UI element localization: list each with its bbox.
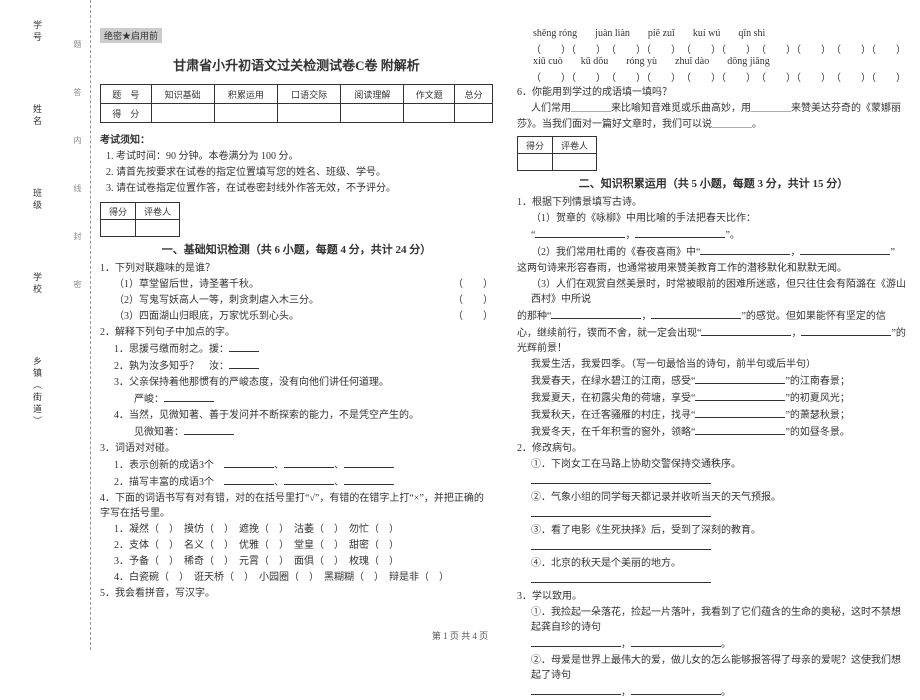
field-class: 班级 <box>31 188 44 212</box>
seal-line-hint: 题答内线封密 <box>72 40 83 328</box>
p2q1-c3: 心，继续前行，锲而不舍，就一定会出现“，”的光辉前景！ <box>517 325 910 356</box>
score-c3: 口语交际 <box>278 85 341 104</box>
field-school: 学校 <box>31 272 44 296</box>
field-township: 乡镇（街道） <box>31 356 44 428</box>
p2-question-2: 2．修改病句。 ①．下岗女工在马路上协助交警保持交通秩序。 ②．气象小组的同学每… <box>517 441 910 588</box>
notice-item: 请在试卷指定位置作答，在试卷密封线外作答无效，不予评分。 <box>116 182 493 196</box>
q4-row: 3．予备（ ） 稀奇（ ） 元霄（ ） 面俱（ ） 枚瑰（ ） <box>100 554 493 569</box>
q6-line: 人们常用＿＿＿＿来比喻知音难觅或乐曲高妙，用＿＿＿＿来赞美达芬奇的《蒙娜丽 <box>517 101 910 116</box>
q2-line: 4．当然，见微知著、善于发问并不断探索的能力，不是凭空产生的。 <box>100 408 493 423</box>
q4-row: 1．凝然（ ） 摸仿（ ） 遮挽（ ） 沽萎（ ） 勿忙（ ） <box>100 522 493 537</box>
part1-title: 一、基础知识检测（共 6 小题，每题 4 分，共计 24 分） <box>100 241 493 257</box>
mini-score-box-2: 得分评卷人 <box>517 136 597 171</box>
score-c1: 知识基础 <box>151 85 214 104</box>
mini-score-b: 评卷人 <box>136 203 180 220</box>
p2q1-a: （1）贺章的《咏柳》中用比喻的手法把春天比作： <box>517 211 910 226</box>
q1-line: （3）四面湖山归眼底，万家忧乐到心头。（ ） <box>100 309 493 324</box>
q3-line: 2．描写丰富的成语3个 、、 <box>100 474 493 490</box>
question-6: 6．你能用到学过的成语填一填吗？ 人们常用＿＿＿＿来比喻知音难觅或乐曲高妙，用＿… <box>517 85 910 132</box>
question-1: 1．下列对联趣味的是谁？ （1）草堂留后世，诗圣著千秋。（ ） （2）写鬼写妖高… <box>100 261 493 324</box>
pinyin-blanks-1: （ ）（ ） （ ）（ ） （ ）（ ） （ ）（ ） （ ）（ ） <box>517 41 910 56</box>
season-line: 我爱春天，在绿水碧江的江南，感受“”的江南春景； <box>517 373 910 389</box>
question-5: 5．我会看拼音，写汉字。 <box>100 586 493 601</box>
q3-stem: 3．词语对对碰。 <box>100 441 493 456</box>
page-number: 第 1 页 共 4 页 <box>0 629 920 642</box>
p2q3-stem: 3．学以致用。 <box>517 589 910 604</box>
p2q1-stem: 1．根据下列情景填写古诗。 <box>517 195 910 210</box>
p2q1-c: （3）人们在观赏自然美景时，时常被眼前的困难所迷惑，但只往住会有陌潞在《游山西村… <box>517 277 910 307</box>
p2q2-stem: 2．修改病句。 <box>517 441 910 456</box>
left-column: 绝密★启用前 甘肃省小升初语文过关检测试卷C卷 附解析 题 号 知识基础 积累运… <box>100 28 493 622</box>
q6-stem: 6．你能用到学过的成语填一填吗？ <box>517 85 910 100</box>
notice-item: 考试时间：90 分钟。本卷满分为 100 分。 <box>116 150 493 164</box>
season-line: 我爱秋天，在迁客骚雁的村庄，找寻“”的萧瑟秋景； <box>517 407 910 423</box>
season-stem: 我爱生活，我爱四季。（写一句最恰当的诗句，前半句或后半句） <box>517 357 910 372</box>
score-c4: 阅读理解 <box>341 85 404 104</box>
p2q1-b: （2）我们常用杜甫的《春夜喜雨》中“，” <box>517 244 910 260</box>
part2-title: 二、知识积累运用（共 5 小题，每题 3 分，共计 15 分） <box>517 175 910 191</box>
field-name: 姓名 <box>31 104 44 128</box>
q4-stem: 4．下面的词语书写有对有错，对的在括号里打“√”，有错的在错字上打“×”，并把正… <box>100 491 493 521</box>
p2-season: 我爱生活，我爱四季。（写一句最恰当的诗句，前半句或后半句） 我爱春天，在绿水碧江… <box>517 357 910 440</box>
paper-title: 甘肃省小升初语文过关检测试卷C卷 附解析 <box>100 55 493 74</box>
q6-line: 莎》。当我们面对一篇好文章时，我们可以说＿＿＿＿。 <box>517 117 910 132</box>
p2q2-item: ④．北京的秋天是个美丽的地方。 <box>517 556 910 571</box>
q2-line: 2．孰为汝多知乎？ 汝： <box>100 358 493 374</box>
q1-stem: 1．下列对联趣味的是谁？ <box>100 261 493 276</box>
p2q2-item: ③．看了电影《生死抉择》后，受到了深刻的教育。 <box>517 523 910 538</box>
score-h-num: 题 号 <box>101 85 152 104</box>
q1-line: （1）草堂留后世，诗圣著千秋。（ ） <box>100 277 493 292</box>
q4-row: 4．白瓷碗（ ） 诳天桥（ ） 小园圈（ ） 黑糊糊（ ） 辩是非（ ） <box>100 570 493 585</box>
q3-line: 1．表示创新的成语3个 、、 <box>100 457 493 473</box>
mini-score-box: 得分评卷人 <box>100 202 180 237</box>
secret-badge: 绝密★启用前 <box>100 28 162 43</box>
page-content: 绝密★启用前 甘肃省小升初语文过关检测试卷C卷 附解析 题 号 知识基础 积累运… <box>100 28 910 622</box>
p2-question-1: 1．根据下列情景填写古诗。 （1）贺章的《咏柳》中用比喻的手法把春天比作： “，… <box>517 195 910 356</box>
right-column: shēng róng juàn liàn piē zuǐ kuí wú qīn … <box>517 28 910 622</box>
pinyin-row-2: xiū cuò kū dōu róng yù zhuī dào dōng jiā… <box>517 56 910 67</box>
season-line: 我爱冬天，在千年积雪的窗外，领略“”的如昼冬景。 <box>517 424 910 440</box>
p2q1-b2: 这两句诗来形容春雨，也通常被用来赞美教育工作的潜移默化和默默无闻。 <box>517 261 910 276</box>
p2q3-b: ②．母爱是世界上最伟大的爱，做儿女的怎么能够报答得了母亲的爱呢？这使我们想起了诗… <box>517 653 910 683</box>
pinyin-blanks-2: （ ）（ ） （ ）（ ） （ ）（ ） （ ）（ ） （ ）（ ） <box>517 69 910 84</box>
p2-question-3: 3．学以致用。 ①．我捡起一朵落花，捡起一片落叶，我看到了它们蕴含的生命的奥秘，… <box>517 589 910 700</box>
q1-line: （2）写鬼写妖高人一等，刺贪刺虐入木三分。（ ） <box>100 293 493 308</box>
q2-line: 严峻： <box>100 391 493 407</box>
p2q1-c2: 的那种“，”的感觉。但如果能怀有坚定的信 <box>517 308 910 324</box>
score-c6: 总分 <box>455 85 493 104</box>
question-2: 2．解释下列句子中加点的字。 1．思援弓缴而射之。援： 2．孰为汝多知乎？ 汝：… <box>100 325 493 440</box>
p2q1-a-blank: “，”。 <box>517 227 910 243</box>
score-h-got: 得 分 <box>101 104 152 123</box>
score-c5: 作文题 <box>404 85 455 104</box>
q2-line: 3．父亲保持着他那惯有的严峻态度，没有向他们讲任何道理。 <box>100 375 493 390</box>
field-student-id: 学号 <box>31 20 44 44</box>
notice-list: 考试时间：90 分钟。本卷满分为 100 分。 请首先按要求在试卷的指定位置填写… <box>116 150 493 196</box>
notice-item: 请首先按要求在试卷的指定位置填写您的姓名、班级、学号。 <box>116 166 493 180</box>
notice-head: 考试须知： <box>100 131 493 146</box>
q2-stem: 2．解释下列句子中加点的字。 <box>100 325 493 340</box>
gutter-field-labels: 学号 姓名 班级 学校 乡镇（街道） <box>18 20 57 428</box>
question-3: 3．词语对对碰。 1．表示创新的成语3个 、、 2．描写丰富的成语3个 、、 <box>100 441 493 490</box>
pinyin-row-1: shēng róng juàn liàn piē zuǐ kuí wú qīn … <box>517 28 910 39</box>
q5-stem: 5．我会看拼音，写汉字。 <box>100 586 493 601</box>
question-4: 4．下面的词语书写有对有错，对的在括号里打“√”，有错的在错字上打“×”，并把正… <box>100 491 493 585</box>
q2-line: 1．思援弓缴而射之。援： <box>100 341 493 357</box>
score-c2: 积累运用 <box>214 85 277 104</box>
binding-gutter: 学号 姓名 班级 学校 乡镇（街道） 题答内线封密 <box>0 0 91 650</box>
q4-row: 2．支体（ ） 名义（ ） 优雅（ ） 堂皇（ ） 甜密（ ） <box>100 538 493 553</box>
score-table: 题 号 知识基础 积累运用 口语交际 阅读理解 作文题 总分 得 分 <box>100 84 493 123</box>
p2q2-item: ①．下岗女工在马路上协助交警保持交通秩序。 <box>517 457 910 472</box>
q2-line: 见微知著： <box>100 424 493 440</box>
season-line: 我爱夏天，在初露尖角的荷塘，享受“”的初夏风光； <box>517 390 910 406</box>
mini-score-a: 得分 <box>101 203 136 220</box>
p2q2-item: ②．气象小组的同学每天都记录并收听当天的天气预报。 <box>517 490 910 505</box>
